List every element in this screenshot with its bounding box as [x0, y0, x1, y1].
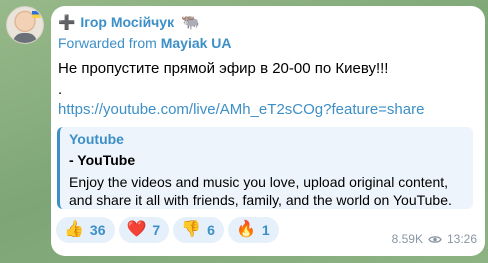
- forwarded-label: Forwarded from: [58, 35, 157, 51]
- heart-icon: ❤️: [126, 221, 147, 238]
- forwarded-line[interactable]: Forwarded from Mayiak UA: [58, 35, 232, 51]
- message-dot: .: [58, 81, 63, 98]
- preview-description: Enjoy the videos and music you love, upl…: [69, 174, 452, 208]
- message-bubble[interactable]: ➕ Ігор Мосійчук 🐃 Forwarded from Mayiak …: [51, 6, 485, 256]
- reaction-heart[interactable]: ❤️ 7: [118, 217, 170, 243]
- reaction-count: 1: [261, 222, 270, 238]
- preview-site-name: Youtube: [69, 131, 124, 147]
- fire-icon: 🔥: [235, 221, 256, 238]
- plus-icon: ➕: [58, 14, 76, 30]
- reaction-thumbs-up[interactable]: 👍 36: [56, 217, 115, 243]
- reaction-fire[interactable]: 🔥 1: [227, 217, 279, 243]
- thumbs-down-icon: 👎: [181, 221, 202, 238]
- flag-badge: [32, 11, 41, 18]
- reaction-thumbs-down[interactable]: 👎 6: [173, 217, 224, 243]
- sender-name-line[interactable]: ➕ Ігор Мосійчук 🐃: [58, 13, 200, 31]
- reaction-count: 7: [152, 222, 161, 238]
- reaction-count: 6: [207, 222, 215, 238]
- reactions-bar: 👍 36 ❤️ 7 👎 6 🔥 1: [56, 217, 279, 243]
- sender-name[interactable]: Ігор Мосійчук: [80, 14, 174, 30]
- message-text: Не пропустите прямой эфир в 20-00 по Кие…: [58, 60, 389, 77]
- message-meta: 8.59K 13:26: [392, 232, 477, 246]
- thumbs-up-icon: 👍: [64, 221, 84, 238]
- avatar-figure: [13, 33, 37, 43]
- ox-emoji-icon: 🐃: [180, 14, 200, 31]
- message-time: 13:26: [446, 232, 477, 246]
- view-count: 8.59K: [391, 232, 423, 246]
- reaction-count: 36: [89, 222, 106, 238]
- preview-title: - YouTube: [69, 152, 136, 168]
- forwarded-source[interactable]: Mayiak UA: [161, 35, 232, 51]
- link-preview[interactable]: Youtube - YouTube Enjoy the videos and m…: [57, 127, 473, 209]
- sender-avatar[interactable]: [6, 6, 44, 44]
- youtube-link[interactable]: https://youtube.com/live/AMh_eT2sCOg?fea…: [58, 101, 424, 118]
- eye-icon: [428, 235, 442, 243]
